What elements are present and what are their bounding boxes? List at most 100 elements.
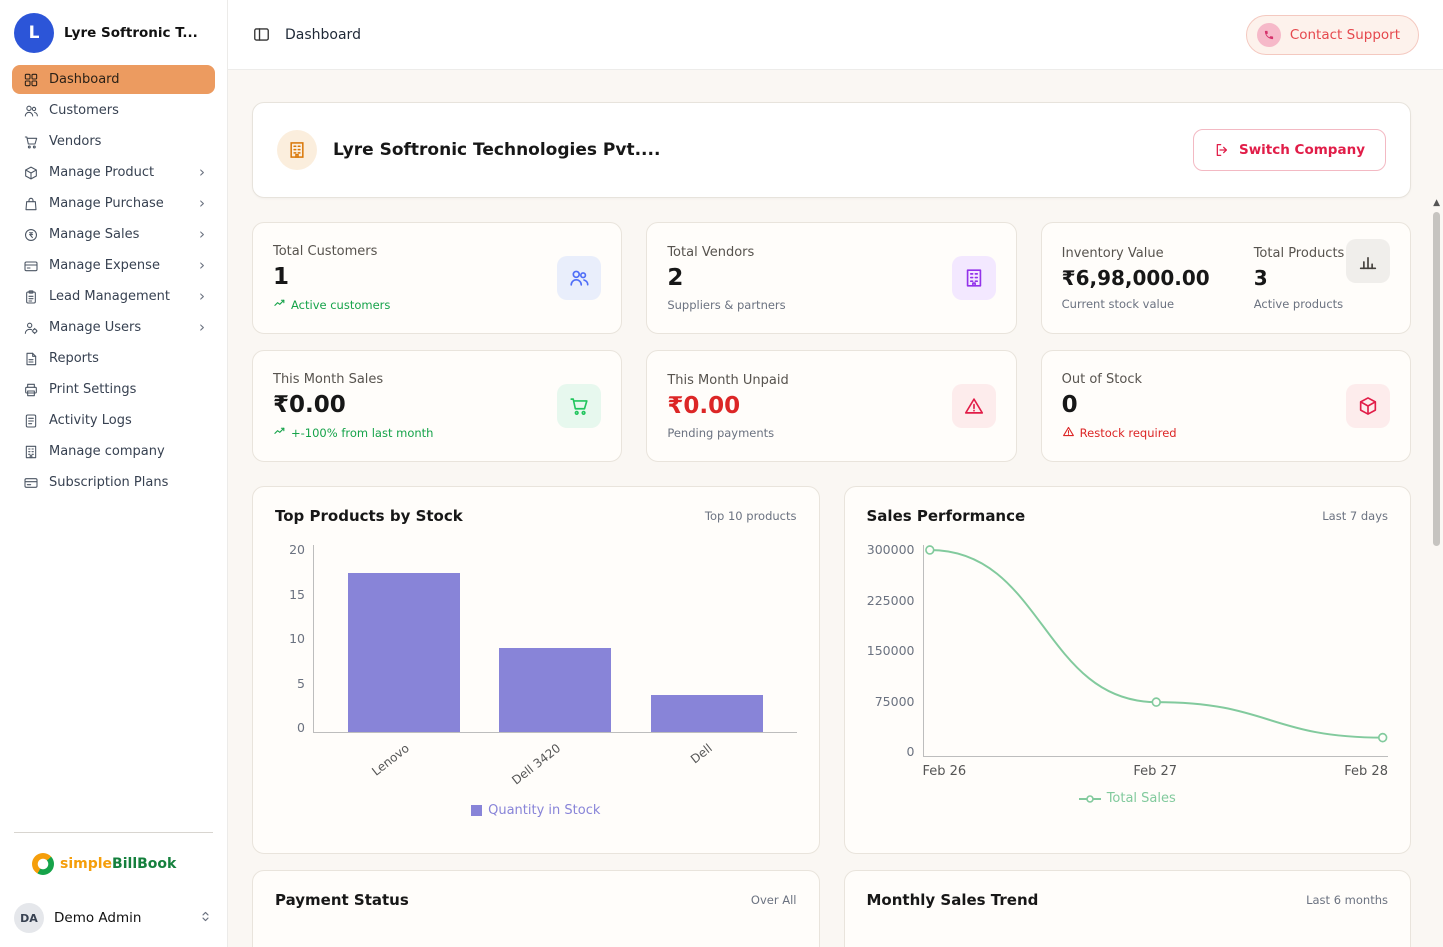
user-avatar: DA (14, 903, 44, 933)
users-icon (22, 102, 39, 119)
sidebar: L Lyre Softronic T... Dashboard Customers… (0, 0, 228, 947)
bar-lenovo[interactable] (347, 573, 460, 732)
sales-line (924, 545, 1387, 743)
chart-badge: Last 7 days (1322, 509, 1388, 523)
sidebar-item-label: Manage Purchase (49, 196, 164, 211)
sidebar-item-label: Manage Sales (49, 227, 140, 242)
sidebar-item-label: Manage company (49, 444, 165, 459)
stat-card-this-month-unpaid: This Month Unpaid ₹0.00 Pending payments (646, 350, 1017, 462)
bar-dell[interactable] (650, 694, 763, 732)
box-icon (1346, 384, 1390, 428)
warning-icon (1062, 425, 1075, 441)
x-axis-label: Feb 28 (1344, 764, 1388, 779)
sidebar-item-manage-expense[interactable]: Manage Expense › (12, 251, 215, 280)
stat-value: ₹0.00 (667, 392, 741, 419)
switch-company-label: Switch Company (1238, 142, 1365, 158)
bar-dell-3420[interactable] (499, 647, 612, 732)
stat-title: Total Vendors (667, 244, 755, 260)
building-icon (22, 443, 39, 460)
line-plot-area[interactable] (922, 545, 1388, 757)
sidebar-item-label: Dashboard (49, 72, 120, 87)
banner-company-name: Lyre Softronic Technologies Pvt.... (333, 140, 661, 160)
sidebar-item-lead-management[interactable]: Lead Management › (12, 282, 215, 311)
payment-status-card: Payment Status Over All (252, 870, 820, 947)
building-icon (277, 130, 317, 170)
y-axis-tick: 225000 (866, 592, 915, 608)
sidebar-item-label: Customers (49, 103, 119, 118)
switch-company-button[interactable]: Switch Company (1192, 129, 1386, 171)
y-axis-tick: 0 (906, 744, 915, 759)
y-axis-tick: 15 (289, 586, 305, 602)
subscription-icon (22, 474, 39, 491)
legend-line-icon (1078, 794, 1101, 804)
chart-badge: Last 6 months (1306, 893, 1388, 907)
scroll-up-arrow[interactable]: ▲ (1433, 199, 1440, 208)
bar-chart[interactable]: 20 15 10 5 0 Lenovo Dell 3420 Dell (275, 525, 797, 791)
contact-support-label: Contact Support (1289, 26, 1400, 43)
y-axis-tick: 300000 (866, 542, 915, 557)
building-icon (951, 256, 996, 300)
stat-subtitle: Active customers (273, 297, 390, 313)
legend-label: Quantity in Stock (488, 803, 601, 818)
sidebar-item-label: Lead Management (49, 289, 170, 304)
sidebar-item-label: Reports (49, 351, 99, 366)
clipboard-icon (22, 288, 39, 305)
printer-icon (22, 381, 39, 398)
sidebar-item-vendors[interactable]: Vendors (12, 127, 215, 156)
sidebar-item-label: Vendors (49, 134, 102, 149)
sidebar-item-label: Manage Product (49, 165, 155, 180)
stat-title: This Month Unpaid (667, 372, 789, 388)
sidebar-item-customers[interactable]: Customers (12, 96, 215, 125)
trend-up-icon (273, 425, 286, 441)
sidebar-item-manage-users[interactable]: Manage Users › (12, 313, 215, 342)
sidebar-item-manage-purchase[interactable]: Manage Purchase › (12, 189, 215, 218)
users-icon (557, 256, 602, 300)
legend-swatch (471, 805, 483, 816)
chevron-right-icon: › (199, 163, 205, 181)
user-menu[interactable]: DA Demo Admin (14, 903, 213, 933)
company-banner: Lyre Softronic Technologies Pvt.... Swit… (252, 102, 1411, 198)
y-axis: 20 15 10 5 0 (275, 542, 313, 734)
sidebar-item-manage-sales[interactable]: Manage Sales › (12, 220, 215, 249)
bar-plot-area[interactable] (313, 545, 797, 733)
chevron-right-icon: › (199, 225, 205, 243)
activity-icon (22, 412, 39, 429)
sidebar-footer: simpleBillBook DA Demo Admin (0, 832, 227, 947)
x-axis-label: Lenovo (368, 741, 412, 779)
stat-subtitle: Suppliers & partners (667, 297, 786, 312)
y-axis-tick: 10 (289, 631, 305, 646)
main-area: Dashboard Contact Support Lyre Softronic… (228, 0, 1443, 947)
x-axis-label: Dell (688, 741, 716, 767)
sidebar-item-reports[interactable]: Reports (12, 344, 215, 373)
sidebar-item-manage-company[interactable]: Manage company (12, 437, 215, 466)
stat-value: 2 (667, 264, 684, 291)
user-name: Demo Admin (54, 910, 142, 926)
sidebar-item-dashboard[interactable]: Dashboard (12, 65, 215, 94)
line-chart[interactable]: 300000 225000 150000 75000 0 Feb 26 Feb 27 Feb … (866, 525, 1388, 779)
scrollbar-thumb[interactable] (1433, 212, 1440, 546)
cart-icon (557, 384, 602, 428)
data-point-feb-26[interactable] (924, 545, 934, 555)
stat-card-total-vendors: Total Vendors 2 Suppliers & partners (646, 222, 1017, 334)
y-axis-tick: 5 (297, 675, 305, 691)
data-point-feb-28[interactable] (1377, 732, 1387, 743)
chevron-right-icon: › (199, 318, 205, 336)
contact-support-button[interactable]: Contact Support (1245, 14, 1419, 55)
stat-value: ₹0.00 (273, 391, 346, 418)
sidebar-item-subscription-plans[interactable]: Subscription Plans (12, 468, 215, 497)
sidebar-company-selector[interactable]: L Lyre Softronic T... (0, 0, 227, 63)
y-axis-tick: 20 (289, 542, 305, 557)
phone-icon (1256, 22, 1281, 47)
chart-title: Payment Status (275, 891, 409, 909)
brand-part2: BillBook (112, 856, 177, 872)
monthly-sales-trend-card: Monthly Sales Trend Last 6 months (843, 870, 1411, 947)
box-icon (22, 164, 39, 181)
sidebar-item-activity-logs[interactable]: Activity Logs (12, 406, 215, 435)
bottom-charts-row: Payment Status Over All Monthly Sales Tr… (252, 870, 1411, 947)
sidebar-item-manage-product[interactable]: Manage Product › (12, 158, 215, 187)
data-point-feb-27[interactable] (1151, 697, 1161, 707)
stat-subtitle: Current stock value (1061, 296, 1175, 311)
sidebar-toggle-icon[interactable] (252, 25, 271, 44)
dashboard-content: Lyre Softronic Technologies Pvt.... Swit… (228, 70, 1443, 947)
sidebar-item-print-settings[interactable]: Print Settings (12, 375, 215, 404)
